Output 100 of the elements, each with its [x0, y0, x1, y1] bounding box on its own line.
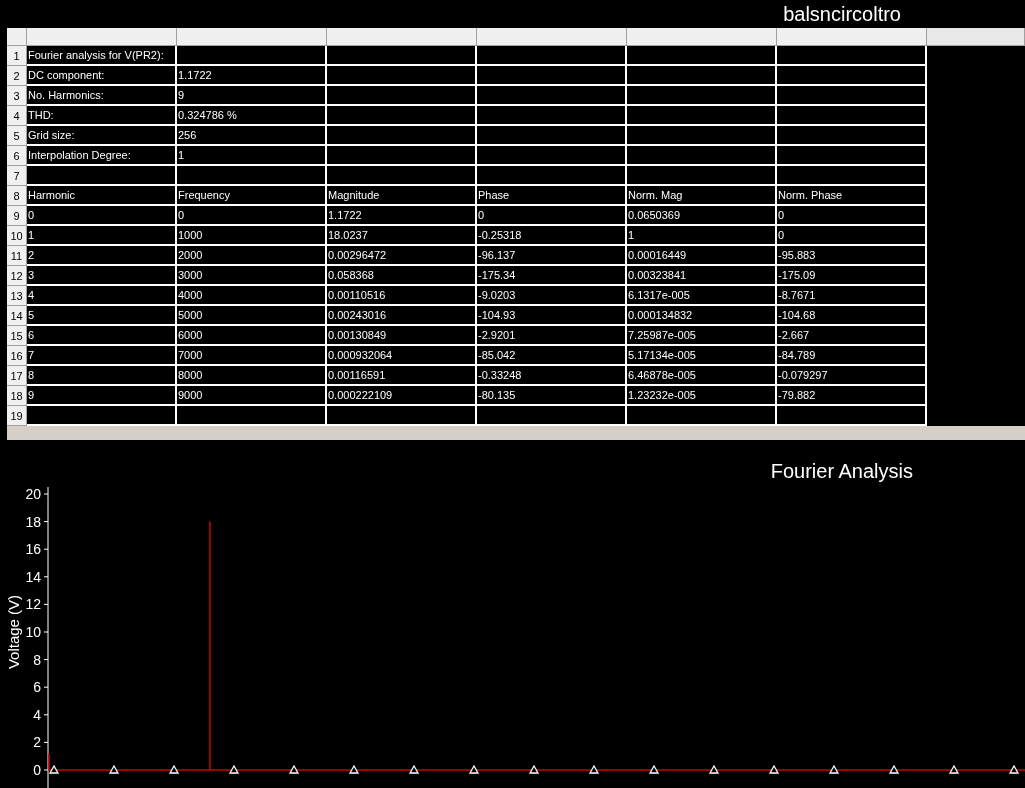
- row-number[interactable]: 12: [7, 266, 27, 286]
- table-cell: 0.00130849: [327, 326, 477, 346]
- y-tick-label: 14: [25, 568, 41, 585]
- table-cell: 0.324786 %: [177, 106, 327, 126]
- table-cell: 1000: [177, 226, 327, 246]
- table-cell: 5: [27, 306, 177, 326]
- table-cell: No. Harmonics:: [27, 86, 177, 106]
- table-cell: Norm. Mag: [627, 186, 777, 206]
- row-number[interactable]: 1: [7, 46, 27, 66]
- table-cell: 4000: [177, 286, 327, 306]
- table-cell: 1.23232e-005: [627, 386, 777, 406]
- table-cell: -96.137: [477, 246, 627, 266]
- y-tick-label: 4: [33, 706, 41, 723]
- table-cell: 6.1317e-005: [627, 286, 777, 306]
- table-cell: 3: [27, 266, 177, 286]
- row-number[interactable]: 4: [7, 106, 27, 126]
- table-cell: Grid size:: [27, 126, 177, 146]
- row-number[interactable]: 3: [7, 86, 27, 106]
- table-cell: 8000: [177, 366, 327, 386]
- table-cell: -9.0203: [477, 286, 627, 306]
- table-cell: 7: [27, 346, 177, 366]
- row-number[interactable]: 5: [7, 126, 27, 146]
- row-number[interactable]: 9: [7, 206, 27, 226]
- table-cell: -2.9201: [477, 326, 627, 346]
- table-cell: THD:: [27, 106, 177, 126]
- table-cell: 5000: [177, 306, 327, 326]
- table-cell: -85.042: [477, 346, 627, 366]
- table-cell: 6: [27, 326, 177, 346]
- table-cell: 0.00243016: [327, 306, 477, 326]
- row-number[interactable]: 11: [7, 246, 27, 266]
- table-cell: 0: [477, 206, 627, 226]
- table-cell: Phase: [477, 186, 627, 206]
- table-cell: 1: [627, 226, 777, 246]
- y-tick-label: 20: [25, 486, 41, 502]
- table-cell: 3000: [177, 266, 327, 286]
- y-tick-label: 6: [33, 679, 41, 696]
- row-number[interactable]: 6: [7, 146, 27, 166]
- table-cell: 7.25987e-005: [627, 326, 777, 346]
- table-cell: DC component:: [27, 66, 177, 86]
- table-cell: -104.93: [477, 306, 627, 326]
- table-cell: 6.46878e-005: [627, 366, 777, 386]
- table-cell: 4: [27, 286, 177, 306]
- table-cell: 0.000134832: [627, 306, 777, 326]
- y-tick-label: 10: [25, 624, 41, 640]
- table-cell: 0.00016449: [627, 246, 777, 266]
- table-cell: Magnitude: [327, 186, 477, 206]
- table-cell: 0.000932064: [327, 346, 477, 366]
- corner-header: [7, 28, 27, 46]
- table-cell: 1: [177, 146, 327, 166]
- table-cell: 5.17134e-005: [627, 346, 777, 366]
- table-cell: Interpolation Degree:: [27, 146, 177, 166]
- table-cell: Fourier analysis for V(PR2):: [27, 46, 177, 66]
- table-cell: -175.34: [477, 266, 627, 286]
- table-cell: Frequency: [177, 186, 327, 206]
- table-cell: 0.0650369: [627, 206, 777, 226]
- table-cell: 18.0237: [327, 226, 477, 246]
- table-cell: 2: [27, 246, 177, 266]
- row-number[interactable]: 7: [7, 166, 27, 186]
- row-number[interactable]: 2: [7, 66, 27, 86]
- row-number[interactable]: 14: [7, 306, 27, 326]
- table-cell: 0.00116591: [327, 366, 477, 386]
- table-cell: 1.1722: [327, 206, 477, 226]
- table-cell: 7000: [177, 346, 327, 366]
- table-cell: 6000: [177, 326, 327, 346]
- table-cell: -0.25318: [477, 226, 627, 246]
- y-tick-label: 18: [25, 513, 41, 530]
- y-axis-label: Voltage (V): [5, 594, 22, 670]
- row-number[interactable]: 16: [7, 346, 27, 366]
- table-cell: 1.1722: [177, 66, 327, 86]
- table-cell: 2000: [177, 246, 327, 266]
- table-cell: 0.00323841: [627, 266, 777, 286]
- chart-title: Fourier Analysis: [770, 460, 913, 482]
- table-cell: 9: [177, 86, 327, 106]
- table-cell: 256: [177, 126, 327, 146]
- table-cell: -0.33248: [477, 366, 627, 386]
- table-cell: 0.058368: [327, 266, 477, 286]
- row-number[interactable]: 18: [7, 386, 27, 406]
- table-cell: -80.135: [477, 386, 627, 406]
- document-title: balsncircoltro: [783, 2, 901, 26]
- row-number[interactable]: 10: [7, 226, 27, 246]
- row-number[interactable]: 19: [7, 406, 27, 426]
- table-cell: 8: [27, 366, 177, 386]
- table-cell: 9000: [177, 386, 327, 406]
- table-cell: 9: [27, 386, 177, 406]
- y-tick-label: 2: [33, 734, 41, 751]
- row-number[interactable]: 13: [7, 286, 27, 306]
- table-cell: 0.00296472: [327, 246, 477, 266]
- row-number[interactable]: 15: [7, 326, 27, 346]
- table-cell: 0.00110516: [327, 286, 477, 306]
- y-tick-label: 12: [25, 596, 41, 613]
- table-cell: 1: [27, 226, 177, 246]
- table-cell: 0.000222109: [327, 386, 477, 406]
- table-cell: 0: [27, 206, 177, 226]
- y-tick-label: 8: [33, 651, 41, 668]
- y-tick-label: 0: [33, 762, 41, 778]
- row-number[interactable]: 17: [7, 366, 27, 386]
- table-cell: Harmonic: [27, 186, 177, 206]
- table-cell: 0: [177, 206, 327, 226]
- y-tick-label: 16: [25, 541, 41, 558]
- row-number[interactable]: 8: [7, 186, 27, 206]
